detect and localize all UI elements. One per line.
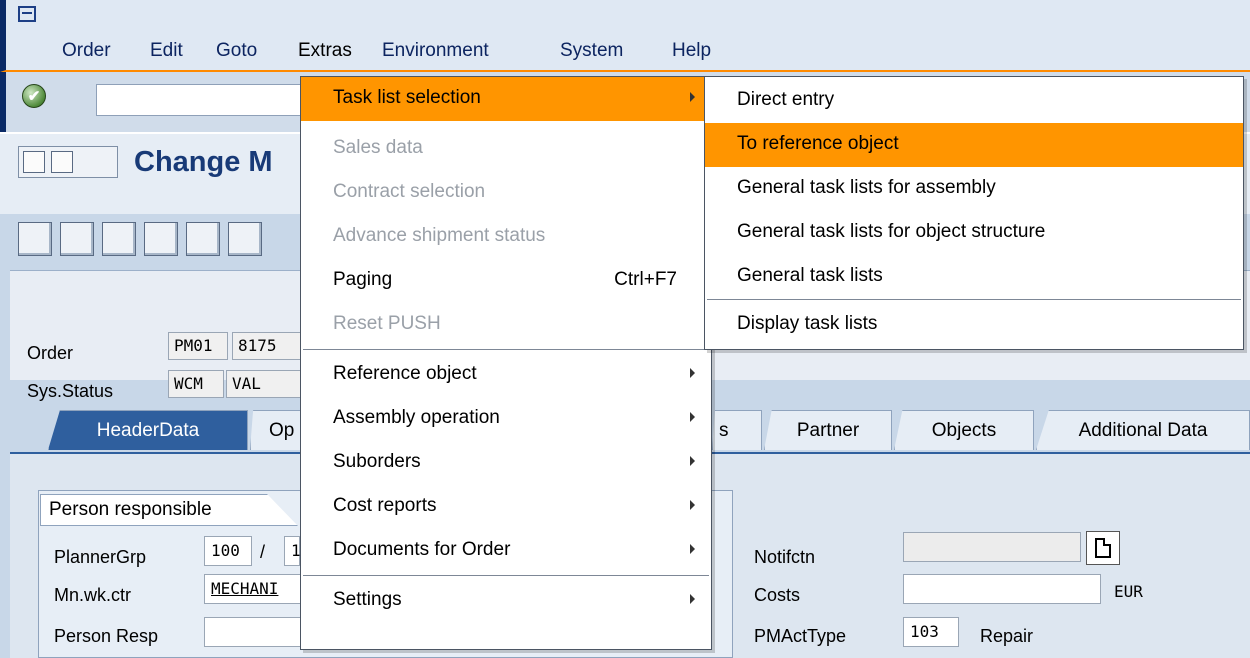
display-change-icon[interactable] [23, 151, 45, 173]
create-notification-icon[interactable] [1086, 531, 1120, 565]
window-menu-icon[interactable] [18, 6, 36, 22]
tab-costs[interactable]: s [712, 410, 762, 450]
mn-wk-ctr-field[interactable]: MECHANI [204, 574, 302, 604]
menu-environment[interactable]: Environment [382, 40, 489, 62]
sys-status-1-field: WCM [168, 370, 224, 398]
menu-edit[interactable]: Edit [150, 40, 183, 62]
menu-order[interactable]: Order [62, 40, 111, 62]
application-toolbar [18, 222, 262, 258]
menu-item-contract-selection: Contract selection [333, 181, 486, 202]
tab-objects[interactable]: Objects [894, 410, 1034, 450]
menu-item-settings[interactable]: Settings [301, 579, 711, 623]
pmact-type-field[interactable]: 103 [903, 617, 959, 647]
planning-plant-field[interactable]: 1 [284, 536, 301, 566]
notifctn-field [903, 532, 1081, 562]
menu-help[interactable]: Help [672, 40, 711, 62]
tab-headerdata[interactable]: HeaderData [48, 410, 248, 450]
structure-button[interactable] [186, 222, 220, 256]
menu-extras[interactable]: Extras [298, 40, 352, 62]
print-button[interactable] [102, 222, 136, 256]
costs-currency: EUR [1114, 582, 1143, 601]
planner-grp-field[interactable]: 100 [204, 536, 252, 566]
settings-button[interactable] [60, 222, 94, 256]
submenu-arrow-icon [690, 368, 695, 378]
page-title: Change M [134, 146, 273, 178]
menu-item-paging[interactable]: Paging Ctrl+F7 [301, 259, 711, 303]
submenu-arrow-icon [690, 500, 695, 510]
sys-status-label: Sys.Status [27, 381, 114, 401]
menu-item-task-list-selection[interactable]: Task list selection [301, 77, 711, 121]
submenu-item-general-task-lists-object-structure[interactable]: General task lists for object structure [705, 211, 1243, 255]
command-field[interactable] [96, 84, 306, 116]
order-number-field: 8175 [232, 332, 302, 360]
extras-dropdown-menu: Task list selection Sales data Contract … [300, 76, 712, 650]
menu-item-reset-push: Reset PUSH [333, 313, 441, 334]
tab-operations[interactable]: Op [250, 410, 302, 450]
tab-additional-data[interactable]: Additional Data [1036, 410, 1250, 450]
task-list-submenu: Direct entry To reference object General… [704, 76, 1244, 350]
tab-partner[interactable]: Partner [764, 410, 892, 450]
pmact-type-label: PMActType [754, 626, 847, 646]
notes-button[interactable] [228, 222, 262, 256]
menu-item-suborders[interactable]: Suborders [301, 441, 711, 485]
submenu-arrow-icon [690, 92, 695, 102]
menu-item-documents-for-order[interactable]: Documents for Order [301, 529, 711, 573]
calculator-button[interactable] [144, 222, 178, 256]
submenu-arrow-icon [690, 594, 695, 604]
document-icon[interactable] [51, 151, 73, 173]
costs-label: Costs [754, 585, 801, 605]
paging-shortcut: Ctrl+F7 [614, 269, 677, 290]
menu-bar [0, 0, 1250, 72]
menu-goto[interactable]: Goto [216, 40, 257, 62]
menu-separator [303, 575, 709, 576]
release-flag-button[interactable] [18, 222, 52, 256]
submenu-item-display-task-lists[interactable]: Display task lists [705, 303, 1243, 347]
planner-grp-label: PlannerGrp [54, 547, 147, 567]
submenu-item-direct-entry[interactable]: Direct entry [705, 79, 1243, 123]
menu-item-sales-data: Sales data [333, 137, 423, 158]
submenu-item-general-task-lists-assembly[interactable]: General task lists for assembly [705, 167, 1243, 211]
menu-item-assembly-operation[interactable]: Assembly operation [301, 397, 711, 441]
sys-status-2-field: VAL [226, 370, 302, 398]
mn-wk-ctr-label: Mn.wk.ctr [54, 585, 132, 605]
title-icon-group[interactable] [18, 146, 118, 178]
group-title: Person responsible [40, 494, 298, 526]
menu-item-advance-shipment-status: Advance shipment status [333, 225, 546, 246]
order-label: Order [27, 343, 74, 363]
menu-system[interactable]: System [560, 40, 623, 62]
enter-checkmark-icon[interactable]: ✔ [22, 84, 46, 108]
menu-separator [303, 349, 709, 350]
costs-field [903, 574, 1101, 604]
notifctn-label: Notifctn [754, 547, 816, 567]
planner-grp-separator: / [260, 542, 266, 562]
submenu-item-general-task-lists[interactable]: General task lists [705, 255, 1243, 299]
submenu-arrow-icon [690, 544, 695, 554]
menu-separator [707, 299, 1241, 300]
order-type-field: PM01 [168, 332, 228, 360]
pmact-type-text: Repair [980, 626, 1034, 646]
menu-item-cost-reports[interactable]: Cost reports [301, 485, 711, 529]
submenu-arrow-icon [690, 456, 695, 466]
submenu-arrow-icon [690, 412, 695, 422]
person-resp-label: Person Resp [54, 626, 159, 646]
submenu-item-to-reference-object[interactable]: To reference object [705, 123, 1243, 167]
menu-item-reference-object[interactable]: Reference object [301, 353, 711, 397]
